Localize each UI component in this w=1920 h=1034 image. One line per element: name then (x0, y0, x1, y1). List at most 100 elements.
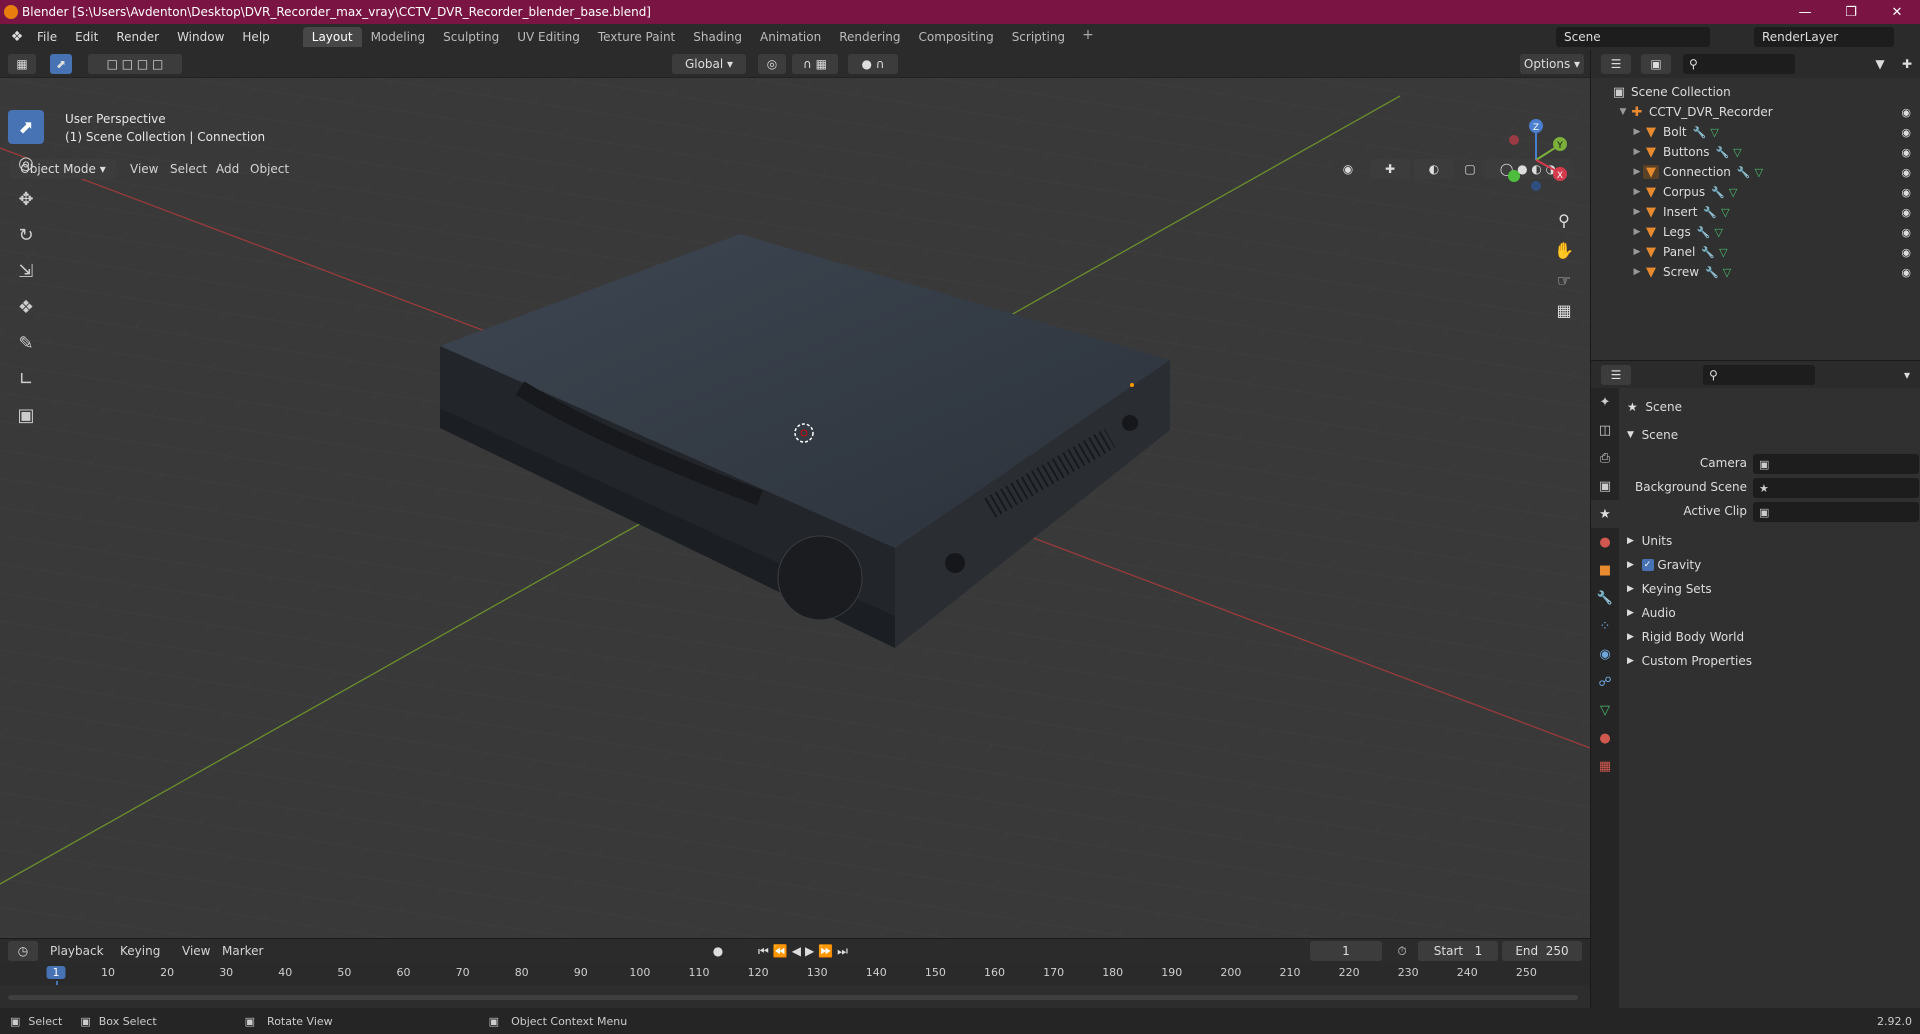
restore-icon[interactable]: ❐ (1828, 0, 1874, 24)
eye-icon[interactable]: ◉ (1901, 266, 1911, 279)
eye-icon[interactable]: ◉ (1901, 246, 1911, 259)
pan-hand-icon[interactable]: ✋ (1550, 236, 1578, 264)
zoom-icon[interactable]: ⚲ (1550, 206, 1578, 234)
material-tab-icon[interactable]: ● (1591, 724, 1619, 752)
expand-arrow-icon[interactable]: ▶ (1631, 187, 1643, 197)
texture-tab-icon[interactable]: ▦ (1591, 752, 1619, 780)
3d-viewport[interactable]: Object Mode ▾ View Select Add Object ◉ ✚… (0, 78, 1590, 938)
select-tool-icon[interactable]: ⬈ (50, 54, 72, 74)
playback-controls[interactable]: ⏮⏪◀▶⏩⏭ (746, 941, 864, 961)
outliner-item-screw[interactable]: ▶ ▼ Screw 🔧 ▽ ◉ (1591, 262, 1920, 282)
keying-sets-panel[interactable]: ▶ Keying Sets (1627, 582, 1712, 596)
rotate-tool-icon[interactable]: ↻ (8, 218, 44, 252)
particles-tab-icon[interactable]: ⁘ (1591, 612, 1619, 640)
outliner-item-buttons[interactable]: ▶ ▼ Buttons 🔧 ▽ ◉ (1591, 142, 1920, 162)
expand-arrow-icon[interactable]: ▶ (1631, 167, 1643, 177)
expand-arrow-icon[interactable]: ▶ (1631, 147, 1643, 157)
menu-render[interactable]: Render (107, 30, 168, 44)
annotate-tool-icon[interactable]: ✎ (8, 326, 44, 360)
tab-scripting[interactable]: Scripting (1003, 27, 1074, 47)
close-icon[interactable]: ✕ (1874, 0, 1920, 24)
render-tab-icon[interactable]: ◫ (1591, 416, 1619, 444)
tab-modeling[interactable]: Modeling (362, 27, 435, 47)
gravity-panel[interactable]: ▶ ✓ Gravity (1627, 558, 1701, 572)
proportional-edit-icon[interactable]: ● ∩ (848, 54, 898, 74)
add-workspace-icon[interactable]: + (1074, 27, 1102, 47)
viewport-menu-select[interactable]: Select (170, 162, 207, 176)
timeline-scrollbar[interactable] (8, 995, 1578, 1000)
outliner-item-legs[interactable]: ▶ ▼ Legs 🔧 ▽ ◉ (1591, 222, 1920, 242)
timeline-menu-marker[interactable]: Marker (222, 944, 263, 958)
transform-orientation-select[interactable]: Global ▾ (672, 54, 746, 74)
select-box-tool-icon[interactable]: ⬈ (8, 110, 44, 144)
cursor-tool-icon[interactable]: ◎ (8, 146, 44, 180)
eye-icon[interactable]: ◉ (1901, 106, 1911, 119)
data-tab-icon[interactable]: ▽ (1591, 696, 1619, 724)
object-tab-icon[interactable]: ■ (1591, 556, 1619, 584)
outliner-scene-collection[interactable]: ▣ Scene Collection (1591, 82, 1920, 102)
editor-type-icon[interactable]: ▦ (8, 54, 36, 74)
outliner-item-corpus[interactable]: ▶ ▼ Corpus 🔧 ▽ ◉ (1591, 182, 1920, 202)
current-frame-field[interactable]: 1 (1310, 941, 1382, 961)
output-tab-icon[interactable]: ⎙ (1591, 444, 1619, 472)
transform-tool-icon[interactable]: ❖ (8, 290, 44, 324)
stopwatch-icon[interactable]: ⏱ (1390, 941, 1414, 961)
menu-file[interactable]: File (28, 30, 66, 44)
gizmo-toggle-icon[interactable]: ✚ (1370, 159, 1410, 179)
navigation-gizmo[interactable]: Z Y X (1500, 114, 1570, 194)
units-panel[interactable]: ▶ Units (1627, 534, 1672, 548)
scene-tab-icon[interactable]: ★ (1591, 500, 1619, 528)
tab-texture-paint[interactable]: Texture Paint (589, 27, 684, 47)
visibility-icon[interactable]: ◉ (1332, 159, 1364, 179)
tab-sculpting[interactable]: Sculpting (434, 27, 508, 47)
camera-view-icon[interactable]: ☞ (1550, 266, 1578, 294)
scale-tool-icon[interactable]: ⇲ (8, 254, 44, 288)
options-button[interactable]: Options ▾ (1520, 54, 1584, 74)
display-mode-icon[interactable]: ▣ (1641, 54, 1671, 74)
minimize-icon[interactable]: — (1782, 0, 1828, 24)
filter-icon[interactable]: ▼ (1865, 54, 1895, 74)
expand-arrow-icon[interactable]: ▶ (1631, 207, 1643, 217)
scene-selector[interactable]: Scene (1556, 27, 1710, 47)
xray-toggle-icon[interactable]: ▢ (1460, 159, 1480, 179)
eye-icon[interactable]: ◉ (1901, 166, 1911, 179)
expand-arrow-icon[interactable]: ▶ (1631, 127, 1643, 137)
custom-properties-panel[interactable]: ▶ Custom Properties (1627, 654, 1752, 668)
timeline-menu-view[interactable]: View (182, 944, 210, 958)
snap-icon[interactable]: ∩ ▦ (792, 54, 838, 74)
eye-icon[interactable]: ◉ (1901, 186, 1911, 199)
constraints-tab-icon[interactable]: ☍ (1591, 668, 1619, 696)
new-collection-icon[interactable]: ✚ (1897, 54, 1917, 74)
eye-icon[interactable]: ◉ (1901, 146, 1911, 159)
start-frame-field[interactable]: Start 1 (1418, 941, 1498, 961)
view-layer-selector[interactable]: RenderLayer (1754, 27, 1894, 47)
active-clip-field[interactable]: ▣ (1753, 502, 1919, 522)
scene-section-header[interactable]: ▼ Scene (1627, 428, 1678, 442)
timeline-menu-keying[interactable]: Keying (120, 944, 160, 958)
audio-panel[interactable]: ▶ Audio (1627, 606, 1676, 620)
modifier-tab-icon[interactable]: 🔧 (1591, 584, 1619, 612)
viewport-menu-object[interactable]: Object (250, 162, 289, 176)
timeline-body[interactable] (0, 985, 1590, 1009)
eye-icon[interactable]: ◉ (1901, 206, 1911, 219)
viewport-menu-add[interactable]: Add (216, 162, 239, 176)
timeline-ruler[interactable]: 1 10 20 30 40 50 60 70 80 90 100 110 120 130 140 150 160… (0, 963, 1590, 1009)
tab-compositing[interactable]: Compositing (909, 27, 1002, 47)
background-scene-field[interactable]: ★ (1753, 478, 1919, 498)
expand-arrow-icon[interactable]: ▼ (1617, 107, 1629, 117)
view-layer-tab-icon[interactable]: ▣ (1591, 472, 1619, 500)
selection-mode-icons[interactable]: □ □ □ □ (88, 54, 182, 74)
menu-help[interactable]: Help (233, 30, 278, 44)
record-icon[interactable]: ● (700, 941, 736, 961)
outliner-item-insert[interactable]: ▶ ▼ Insert 🔧 ▽ ◉ (1591, 202, 1920, 222)
properties-search-input[interactable]: ⚲ (1703, 365, 1815, 385)
end-frame-field[interactable]: End 250 (1502, 941, 1582, 961)
eye-icon[interactable]: ◉ (1901, 126, 1911, 139)
outliner-search-input[interactable]: ⚲ (1683, 54, 1795, 74)
blender-menu-icon[interactable]: ❖ (6, 26, 28, 48)
outliner-editor-icon[interactable]: ☰ (1601, 54, 1631, 74)
pivot-point-icon[interactable]: ◎ (758, 54, 786, 74)
move-tool-icon[interactable]: ✥ (8, 182, 44, 216)
timeline-menu-playback[interactable]: Playback (50, 944, 104, 958)
outliner-item-panel[interactable]: ▶ ▼ Panel 🔧 ▽ ◉ (1591, 242, 1920, 262)
